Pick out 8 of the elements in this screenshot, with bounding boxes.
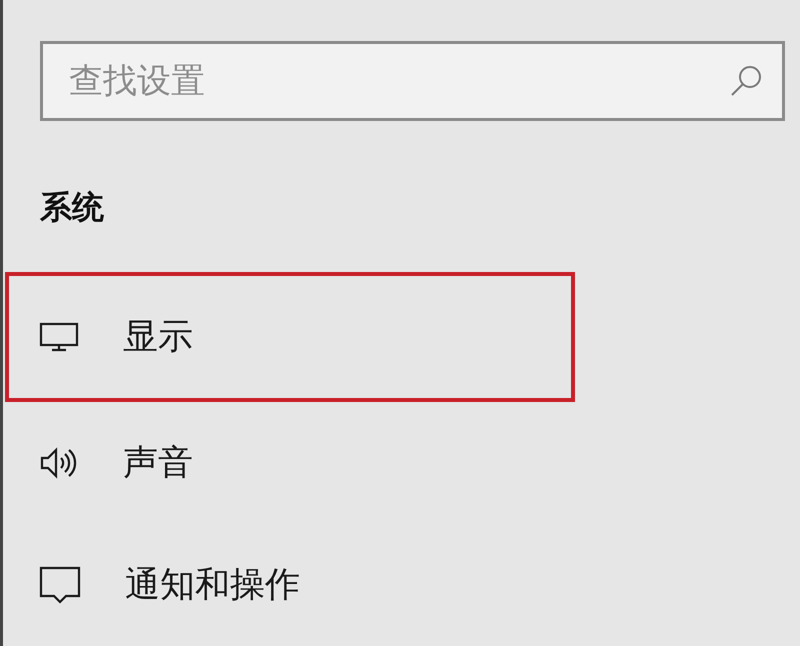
speech-bubble-icon	[39, 565, 81, 605]
monitor-icon	[39, 321, 79, 353]
sidebar-item[interactable]: 声音	[5, 402, 575, 524]
search-field[interactable]: 查找设置	[40, 41, 785, 121]
section-heading: 系统	[40, 188, 104, 226]
speaker-icon	[39, 445, 79, 481]
sidebar-item[interactable]: 通知和操作	[5, 524, 575, 646]
sidebar-item[interactable]: 显示	[5, 272, 575, 402]
